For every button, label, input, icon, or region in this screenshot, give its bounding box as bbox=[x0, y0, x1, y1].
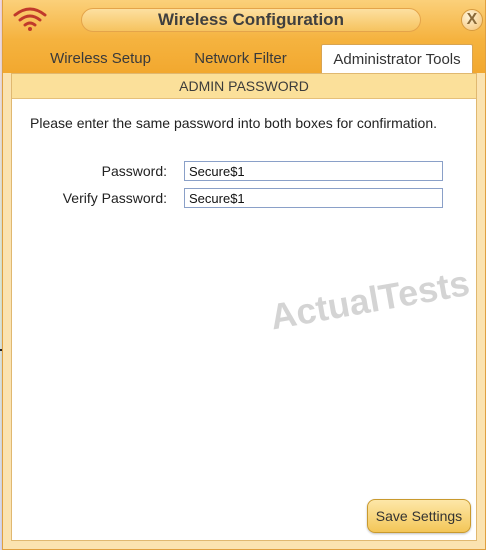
password-label: Password: bbox=[101, 163, 167, 179]
wifi-icon bbox=[13, 7, 47, 31]
close-icon: X bbox=[466, 11, 478, 28]
verify-password-field[interactable] bbox=[184, 188, 443, 208]
tab-network-filter[interactable]: Network Filter bbox=[178, 44, 303, 73]
watermark: ActualTests bbox=[267, 262, 473, 338]
tab-strip: Wireless Setup Network Filter Administra… bbox=[3, 40, 485, 73]
save-settings-button[interactable]: Save Settings bbox=[367, 499, 471, 533]
password-field[interactable] bbox=[184, 161, 443, 181]
close-button[interactable]: X bbox=[461, 9, 483, 31]
instructions-text: Please enter the same password into both… bbox=[30, 115, 437, 131]
title-bar: Wireless Configuration X bbox=[3, 0, 485, 40]
title-pill: Wireless Configuration bbox=[81, 8, 421, 32]
section-header: ADMIN PASSWORD bbox=[12, 74, 476, 99]
verify-password-label: Verify Password: bbox=[62, 190, 167, 206]
tab-administrator-tools[interactable]: Administrator Tools bbox=[321, 44, 473, 73]
tab-wireless-setup[interactable]: Wireless Setup bbox=[33, 44, 168, 73]
wireless-config-window: Wireless Configuration X Wireless Setup … bbox=[2, 0, 486, 550]
window-title: Wireless Configuration bbox=[158, 10, 344, 29]
content-panel: ADMIN PASSWORD Please enter the same pas… bbox=[11, 73, 477, 541]
